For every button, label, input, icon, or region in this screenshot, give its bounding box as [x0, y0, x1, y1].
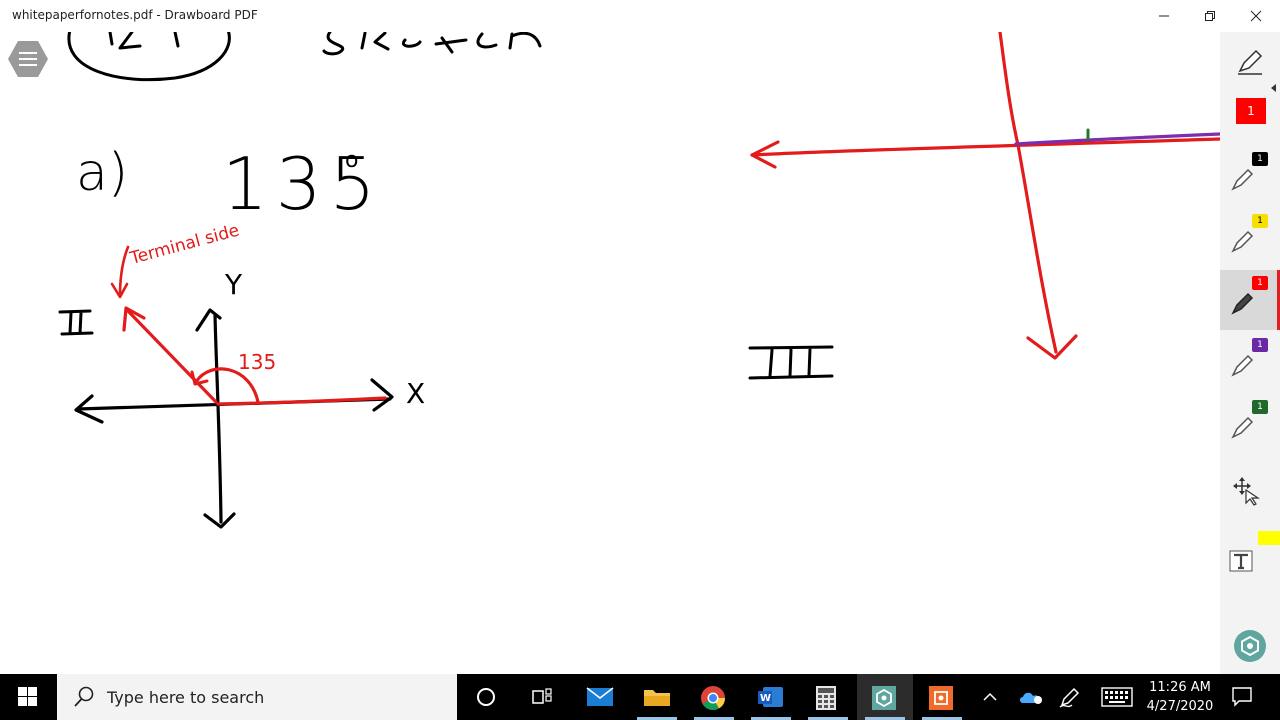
pen-preset-red[interactable]: 1	[1220, 270, 1280, 330]
drawboard-icon	[872, 686, 896, 710]
recorder-icon	[929, 686, 953, 710]
mail-icon	[586, 687, 614, 706]
search-placeholder: Type here to search	[107, 688, 265, 707]
part-a-label: a)	[76, 143, 128, 203]
minimize-icon	[1159, 15, 1169, 17]
circled-number-ink	[67, 32, 231, 82]
minimize-button[interactable]	[1141, 0, 1187, 32]
search-icon	[74, 686, 94, 707]
onedrive-icon	[1020, 692, 1042, 704]
right-y-axis	[998, 32, 1058, 354]
pen-preset-purple[interactable]: 1	[1220, 332, 1280, 392]
onedrive-button[interactable]	[1010, 674, 1050, 720]
file-explorer-button[interactable]	[629, 674, 685, 720]
taskbar-search-box[interactable]: Type here to search	[57, 674, 457, 720]
x-axis-label: X	[406, 377, 425, 410]
text-tool-button[interactable]	[1220, 526, 1280, 586]
chrome-button[interactable]	[686, 674, 742, 720]
fab-action-button[interactable]	[1234, 630, 1266, 662]
pen-badge: 1	[1252, 338, 1268, 352]
taskbar-clock[interactable]: 11:26 AM 4/27/2020	[1140, 678, 1220, 716]
pen-badge: 1	[1252, 152, 1268, 166]
word-button[interactable]: W	[743, 674, 799, 720]
recorder-app-button[interactable]	[914, 674, 970, 720]
handwritten-ink-layer: a) 135 o Terminal side Y X 135	[58, 32, 1220, 529]
circled-number-digits-ink	[108, 32, 180, 50]
task-view-icon	[532, 688, 552, 704]
word-icon: W	[758, 687, 783, 707]
ink-tool-button[interactable]	[1220, 32, 1280, 92]
document-canvas[interactable]: a) 135 o Terminal side Y X 135	[0, 32, 1220, 674]
hamburger-menu-button[interactable]	[8, 40, 48, 78]
start-button[interactable]	[0, 674, 56, 720]
touch-keyboard-button[interactable]	[1094, 674, 1140, 720]
pen-workspace-icon	[1059, 687, 1080, 708]
folder-icon	[644, 690, 670, 706]
sketch-word-ink-s	[322, 32, 345, 56]
restore-button[interactable]	[1187, 0, 1233, 32]
pen-icon	[1231, 292, 1254, 315]
pen-icon	[1231, 416, 1254, 439]
hexagon-icon	[1241, 635, 1259, 657]
windows-taskbar: Type here to search W 11:26 AM 4/27/2020	[0, 674, 1280, 720]
terminal-side-label: Terminal side	[127, 221, 241, 270]
task-view-button[interactable]	[514, 674, 570, 720]
show-hidden-icons-button[interactable]	[970, 674, 1010, 720]
clock-time: 11:26 AM	[1149, 680, 1211, 695]
text-tool-icon	[1229, 550, 1253, 572]
text-color-swatch	[1258, 531, 1280, 545]
windows-logo-icon	[18, 687, 37, 706]
window-title-bar: whitepaperfornotes.pdf - Drawboard PDF	[0, 0, 1280, 32]
chrome-icon	[701, 686, 725, 711]
x-axis-arrow-right	[370, 378, 394, 412]
pen-badge: 1	[1252, 400, 1268, 414]
quadrant-three-ink	[748, 345, 834, 380]
drawboard-pdf-button[interactable]	[857, 674, 913, 720]
expand-arrow-icon	[1271, 84, 1276, 92]
chevron-up-icon	[983, 692, 997, 701]
angle-value-text: 135	[222, 142, 383, 226]
angle-arc-label: 135	[238, 350, 276, 374]
select-tool-button[interactable]	[1220, 464, 1280, 524]
sketch-word-ink-rest	[360, 32, 542, 54]
annotation-toolbar: 1 1 1 1 1 1	[1220, 32, 1280, 674]
restore-icon	[1205, 11, 1215, 21]
svg-text:W: W	[760, 693, 771, 704]
quadrant-two-ink	[58, 309, 94, 336]
active-color-swatch[interactable]: 1	[1236, 98, 1266, 124]
clock-date: 4/27/2020	[1146, 699, 1214, 714]
pen-icon	[1238, 49, 1263, 75]
action-center-button[interactable]	[1222, 674, 1262, 720]
pen-icon	[1231, 168, 1254, 191]
pen-preset-black[interactable]: 1	[1220, 146, 1280, 206]
notification-icon	[1232, 687, 1252, 707]
keyboard-icon	[1101, 687, 1133, 707]
close-button[interactable]	[1233, 0, 1279, 32]
pen-workspace-button[interactable]	[1050, 674, 1090, 720]
pen-icon	[1231, 354, 1254, 377]
terminal-side-ray	[126, 309, 218, 404]
cortana-icon	[477, 688, 495, 706]
y-axis-line	[213, 313, 223, 524]
window-title: whitepaperfornotes.pdf - Drawboard PDF	[12, 8, 258, 22]
move-select-icon	[1233, 477, 1260, 506]
calculator-button[interactable]	[800, 674, 856, 720]
pen-icon	[1231, 230, 1254, 253]
pen-badge: 1	[1252, 214, 1268, 228]
calculator-icon	[816, 686, 836, 710]
cortana-button[interactable]	[458, 674, 514, 720]
y-axis-label: Y	[224, 268, 243, 301]
mail-app-button[interactable]	[572, 674, 628, 720]
pen-preset-green[interactable]: 1	[1220, 394, 1280, 454]
right-x-axis	[750, 137, 1220, 157]
pen-preset-yellow[interactable]: 1	[1220, 208, 1280, 268]
degree-symbol: o	[345, 148, 358, 173]
pen-badge: 1	[1252, 276, 1268, 290]
close-icon	[1250, 10, 1262, 22]
